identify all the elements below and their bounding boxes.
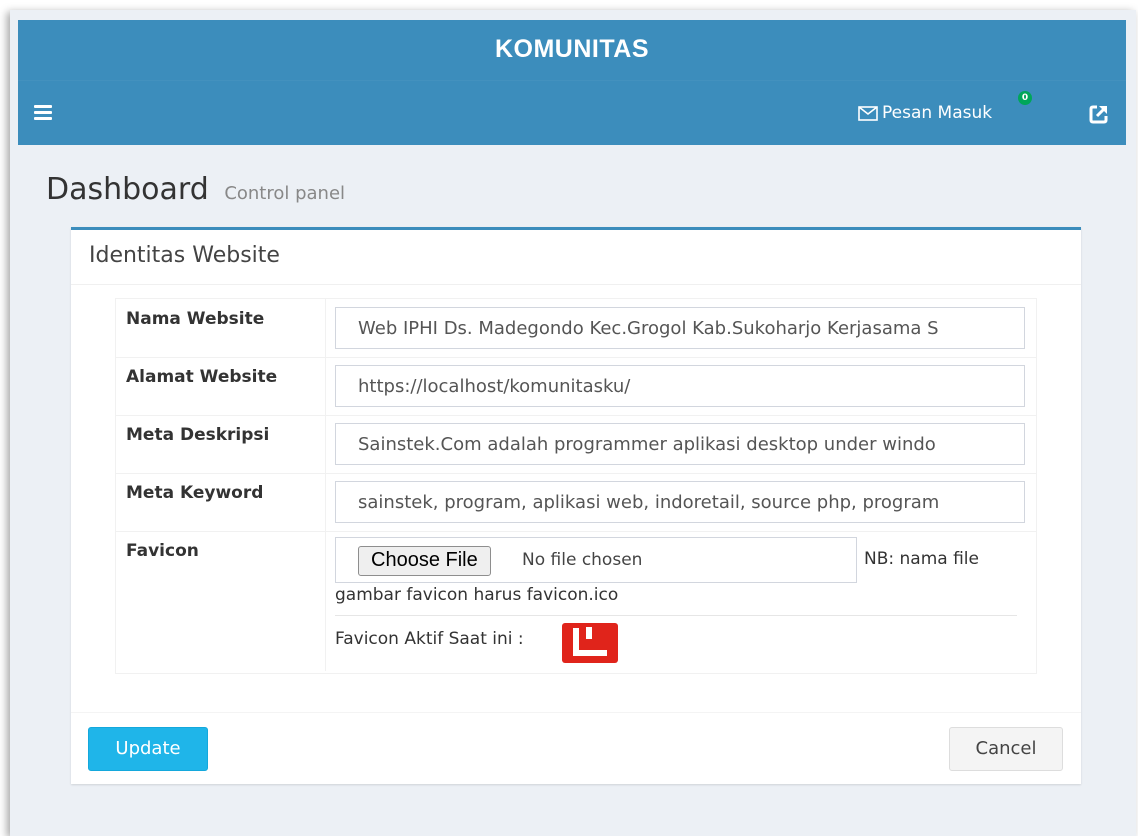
meta-deskripsi-input[interactable]: Sainstek.Com adalah programmer aplikasi … — [335, 423, 1025, 465]
favicon-active-label: Favicon Aktif Saat ini : — [335, 629, 524, 649]
row-alamat-website: Alamat Website https://localhost/komunit… — [116, 357, 1036, 416]
page-subtitle: Control panel — [224, 183, 346, 204]
label-meta-keyword: Meta Keyword — [116, 473, 326, 531]
row-meta-deskripsi: Meta Deskripsi Sainstek.Com adalah progr… — [116, 415, 1036, 474]
alamat-website-input[interactable]: https://localhost/komunitasku/ — [335, 365, 1025, 407]
page-header: Dashboard Control panel — [46, 172, 345, 207]
favicon-image — [562, 623, 618, 663]
panel-footer: Update Cancel — [71, 712, 1081, 785]
messages-label: Pesan Masuk — [882, 103, 993, 123]
row-favicon: Favicon Choose File No file chosen NB: n… — [116, 531, 1036, 671]
app-title-bar: KOMUNITAS — [18, 20, 1126, 80]
top-navbar: Pesan Masuk 0 — [18, 80, 1126, 145]
panel-header: Identitas Website — [71, 230, 1081, 285]
app-title: KOMUNITAS — [494, 35, 650, 63]
row-nama-website: Nama Website Web IPHI Ds. Madegondo Kec.… — [116, 299, 1036, 358]
favicon-note: NB: nama file — [864, 549, 979, 569]
panel-title: Identitas Website — [89, 243, 280, 268]
row-meta-keyword: Meta Keyword sainstek, program, aplikasi… — [116, 473, 1036, 532]
label-nama-website: Nama Website — [116, 299, 326, 357]
hamburger-icon[interactable] — [34, 105, 52, 120]
meta-keyword-input[interactable]: sainstek, program, aplikasi web, indoret… — [335, 481, 1025, 523]
cancel-button[interactable]: Cancel — [949, 727, 1063, 771]
website-identity-form: Nama Website Web IPHI Ds. Madegondo Kec.… — [115, 298, 1037, 674]
file-status-text: No file chosen — [522, 550, 643, 570]
messages-link[interactable]: Pesan Masuk — [858, 99, 992, 127]
messages-count-badge: 0 — [1018, 91, 1032, 105]
nama-website-input[interactable]: Web IPHI Ds. Madegondo Kec.Grogol Kab.Su… — [335, 307, 1025, 349]
page-title: Dashboard — [46, 172, 209, 207]
label-favicon: Favicon — [116, 531, 326, 671]
envelope-icon — [858, 105, 878, 121]
divider — [335, 615, 1017, 616]
label-meta-deskripsi: Meta Deskripsi — [116, 415, 326, 473]
identitas-website-panel: Identitas Website Nama Website Web IPHI … — [71, 227, 1081, 784]
choose-file-button[interactable]: Choose File — [358, 546, 491, 576]
label-alamat-website: Alamat Website — [116, 357, 326, 415]
external-link-icon[interactable] — [1088, 103, 1110, 125]
update-button[interactable]: Update — [88, 727, 208, 771]
favicon-note-continued: gambar favicon harus favicon.ico — [335, 585, 619, 605]
favicon-file-input: Choose File No file chosen — [335, 537, 857, 583]
